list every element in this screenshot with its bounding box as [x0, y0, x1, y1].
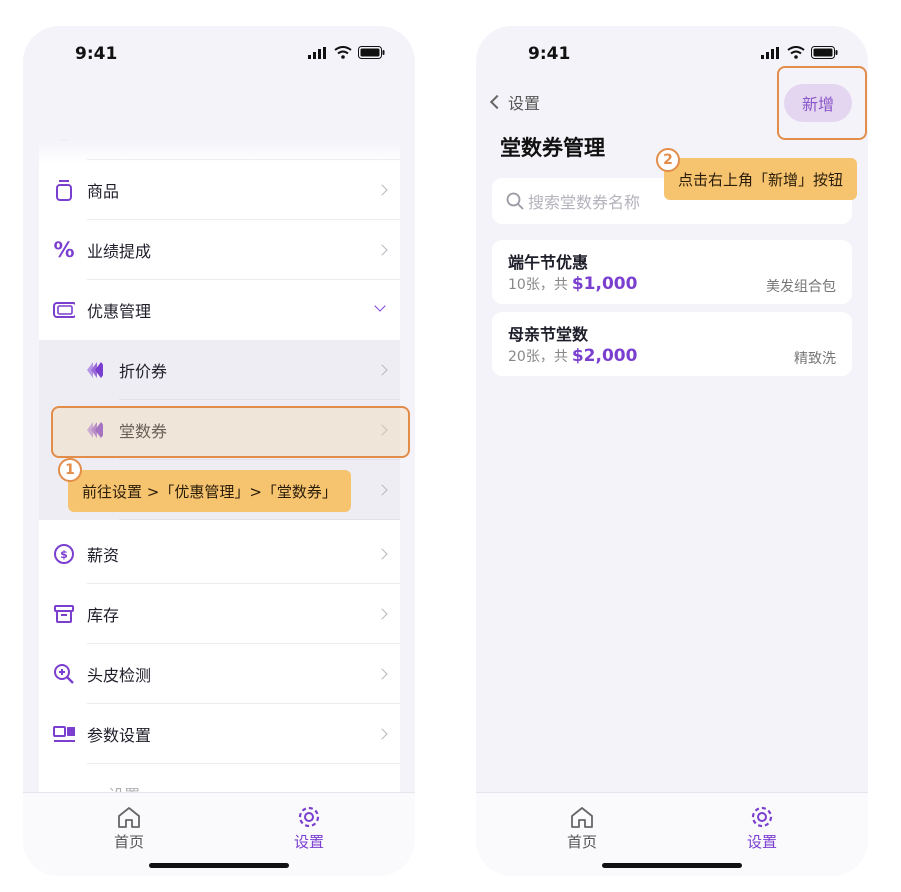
- tab-label: 首页: [566, 833, 597, 851]
- home-indicator: [149, 863, 289, 868]
- coupon-card[interactable]: 母亲节堂数 20张，共 $2,000 精致洗: [492, 312, 852, 376]
- status-time: 9:41: [75, 44, 118, 64]
- callout-text: 点击右上角「新增」按钮: [678, 170, 844, 189]
- chevron-right-icon: [376, 184, 388, 196]
- signal-icon: [761, 46, 779, 59]
- battery-icon: [811, 46, 838, 59]
- menu-item-products[interactable]: 商品: [39, 160, 400, 220]
- tutorial-stage: 9:41 员工 商品 % 业绩提成: [0, 0, 901, 892]
- tab-settings[interactable]: 设置: [712, 805, 812, 852]
- coupon-icon: [81, 359, 103, 381]
- menu-item-scalp-test[interactable]: 头皮检测: [39, 644, 400, 704]
- back-label: 设置: [508, 94, 541, 113]
- home-icon: [118, 807, 140, 828]
- status-icons: [308, 46, 385, 59]
- signal-icon: [308, 46, 326, 59]
- menu-item-parameters[interactable]: 参数设置: [39, 704, 400, 764]
- tab-label: 设置: [746, 833, 777, 851]
- chevron-right-icon: [376, 608, 388, 620]
- step-2-badge: 2: [656, 148, 680, 172]
- highlight-add-button: [777, 66, 867, 140]
- chevron-right-icon: [376, 668, 388, 680]
- coupon-count: 20张，共: [508, 349, 568, 365]
- menu-item-salary[interactable]: $ 薪资: [39, 524, 400, 584]
- chevron-right-icon: [376, 364, 388, 376]
- chevron-right-icon: [376, 548, 388, 560]
- wifi-icon: [334, 46, 352, 59]
- percent-icon: %: [53, 238, 75, 262]
- tab-label: 设置: [293, 833, 324, 851]
- gear-icon: [298, 806, 320, 828]
- menu-item-label: 业绩提成: [87, 242, 152, 261]
- menu-item-label: 薪资: [87, 546, 120, 565]
- coupon-name: 母亲节堂数: [508, 325, 589, 344]
- search-placeholder: 搜索堂数券名称: [528, 193, 641, 212]
- coupon-name: 端午节优惠: [508, 253, 589, 272]
- step-2-callout: 点击右上角「新增」按钮: [664, 158, 858, 200]
- search-icon: [506, 192, 524, 210]
- status-icons: [761, 46, 838, 59]
- menu-item-label: 头皮检测: [87, 666, 152, 685]
- menu-item-label: 商品: [87, 182, 120, 201]
- menu-item-label: 优惠管理: [87, 302, 152, 321]
- coupon-tag: 美发组合包: [766, 279, 836, 295]
- tab-bar: 首页 设置: [23, 792, 415, 876]
- battery-icon: [358, 46, 385, 59]
- status-bar: 9:41: [23, 26, 415, 82]
- tab-label: 首页: [113, 833, 144, 851]
- coupon-card[interactable]: 端午节优惠 10张，共 $1,000 美发组合包: [492, 240, 852, 304]
- coupon-count: 10张，共: [508, 277, 568, 293]
- coupon-tag: 精致洗: [794, 351, 836, 367]
- home-icon: [571, 807, 593, 828]
- chevron-right-icon: [376, 484, 388, 496]
- coupon-price: $1,000: [571, 274, 638, 294]
- settings-menu-list: 员工 商品 % 业绩提成 优惠管理: [39, 130, 400, 798]
- menu-item-label: 折价券: [119, 362, 168, 381]
- menu-item-discount-coupon[interactable]: 折价券: [39, 340, 400, 400]
- menu-item-commission[interactable]: % 业绩提成: [39, 220, 400, 280]
- status-time: 9:41: [528, 44, 571, 64]
- menu-item-label: 参数设置: [87, 726, 152, 745]
- coupon-price: $2,000: [571, 346, 638, 366]
- chevron-left-icon: [489, 94, 505, 110]
- archive-icon: [53, 603, 75, 625]
- coupon-meta: 20张，共 $2,000: [508, 346, 637, 366]
- tab-settings[interactable]: 设置: [259, 805, 359, 852]
- parameters-icon: [53, 723, 75, 745]
- step-1-callout: 前往设置 >「优惠管理」>「堂数券」: [68, 470, 351, 512]
- salary-icon: $: [53, 543, 75, 565]
- product-icon: [53, 179, 75, 201]
- tab-bar: 首页 设置: [476, 792, 868, 876]
- svg-text:$: $: [60, 548, 68, 561]
- chevron-right-icon: [376, 728, 388, 740]
- tab-home[interactable]: 首页: [532, 805, 632, 852]
- back-button[interactable]: 设置: [486, 90, 540, 114]
- tab-home[interactable]: 首页: [79, 805, 179, 852]
- coupon-meta: 10张，共 $1,000: [508, 274, 637, 294]
- ticket-icon: [53, 299, 75, 321]
- menu-item-label: 库存: [87, 606, 120, 625]
- home-indicator: [602, 863, 742, 868]
- menu-item-inventory[interactable]: 库存: [39, 584, 400, 644]
- gear-icon: [751, 806, 773, 828]
- wifi-icon: [787, 46, 805, 59]
- zoom-in-icon: [53, 663, 75, 685]
- page-title: 堂数券管理: [500, 136, 605, 160]
- chevron-down-icon: [374, 300, 386, 312]
- step-1-badge: 1: [58, 458, 82, 482]
- chevron-right-icon: [376, 244, 388, 256]
- callout-text: 前往设置 >「优惠管理」>「堂数券」: [82, 482, 337, 501]
- menu-item-discount-management[interactable]: 优惠管理: [39, 280, 400, 340]
- highlight-session-coupon: [51, 406, 410, 458]
